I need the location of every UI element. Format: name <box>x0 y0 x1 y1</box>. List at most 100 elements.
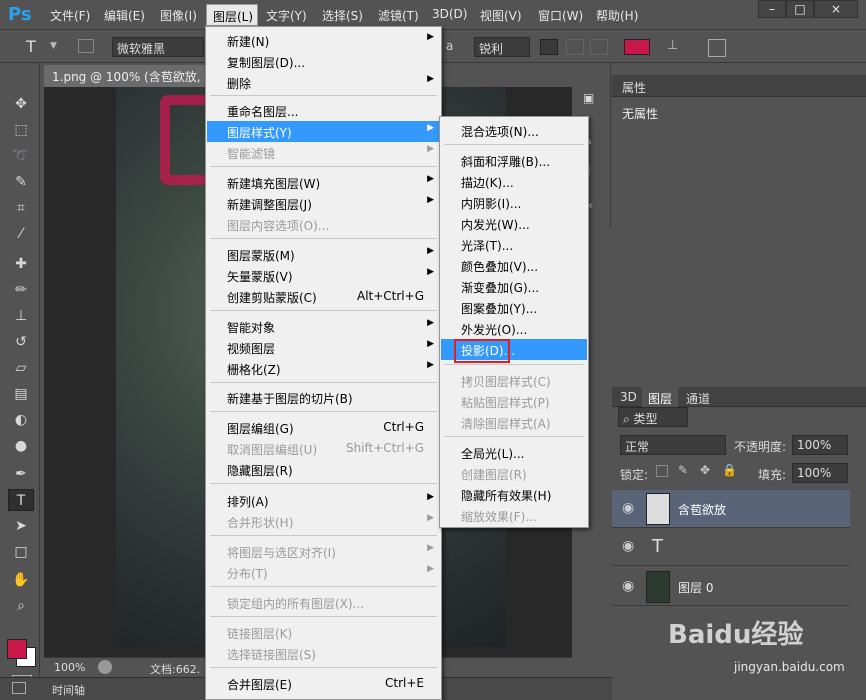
menu-item-smart-object[interactable]: 智能对象 ▶ <box>207 316 440 337</box>
menu-item-align-to-selection[interactable]: 将图层与选区对齐(I) ▶ <box>207 541 440 562</box>
menu-type[interactable]: 文字(Y) <box>266 7 307 24</box>
blur-tool-icon[interactable]: ◐ <box>8 409 34 431</box>
minimize-button[interactable]: – <box>758 0 786 18</box>
menu-item-select-linked[interactable]: 选择链接图层(S) <box>207 643 440 664</box>
menu-item-new[interactable]: 新建(N) ▶ <box>207 30 440 51</box>
menu-image[interactable]: 图像(I) <box>160 7 197 24</box>
lock-pixels-icon[interactable]: ✎ <box>678 463 688 477</box>
eye-icon[interactable]: ◉ <box>622 500 634 516</box>
layer-name[interactable]: 含苞欲放 <box>678 501 726 518</box>
move-tool-icon[interactable]: ✥ <box>8 93 34 115</box>
menu-item-duplicate[interactable]: 复制图层(D)... <box>207 51 440 72</box>
menu-item-layer-mask[interactable]: 图层蒙版(M) ▶ <box>207 244 440 265</box>
warp-text-icon[interactable]: ⟂ <box>668 37 684 57</box>
opacity-field[interactable]: 100% <box>792 435 848 455</box>
menu-select[interactable]: 选择(S) <box>322 7 363 24</box>
menu-layer[interactable]: 图层(L) <box>206 4 258 26</box>
menu-item-video-layers[interactable]: 视频图层 ▶ <box>207 337 440 358</box>
eye-icon[interactable]: ◉ <box>622 578 634 594</box>
close-button[interactable]: × <box>814 0 858 18</box>
align-right-icon[interactable] <box>590 39 608 55</box>
menu-item-rasterize[interactable]: 栅格化(Z) ▶ <box>207 358 440 379</box>
menu-item-merge-layers[interactable]: 合并图层(E) Ctrl+E <box>207 673 440 694</box>
menu-help[interactable]: 帮助(H) <box>596 7 638 24</box>
submenu-item-scale-effects[interactable]: 缩放效果(F)... <box>441 505 587 526</box>
eyedropper-tool-icon[interactable]: ⁄ <box>8 223 34 245</box>
submenu-item-inner-shadow[interactable]: 内阴影(I)... <box>441 192 587 213</box>
layer-row[interactable]: ◉ 含苞欲放 <box>612 490 850 528</box>
blend-mode-select[interactable]: 正常 <box>620 435 726 455</box>
tab-channels[interactable]: 通道 <box>686 390 710 407</box>
character-panel-icon[interactable]: ▣ <box>583 91 603 113</box>
brush-tool-icon[interactable]: ✏ <box>8 279 34 301</box>
menu-item-lock-all-in-group[interactable]: 锁定组内的所有图层(X)... <box>207 592 440 613</box>
type-tool-icon[interactable]: T <box>26 37 36 56</box>
menu-item-layer-style[interactable]: 图层样式(Y) ▶ <box>207 121 440 142</box>
menu-item-delete[interactable]: 删除 ▶ <box>207 72 440 93</box>
align-left-icon[interactable] <box>540 39 558 55</box>
menu-item-new-adjustment-layer[interactable]: 新建调整图层(J) ▶ <box>207 193 440 214</box>
submenu-item-stroke[interactable]: 描边(K)... <box>441 171 587 192</box>
lock-all-icon[interactable]: 🔒 <box>722 463 737 477</box>
properties-tab[interactable]: 属性 <box>622 79 646 96</box>
antialias-select[interactable]: 锐利 <box>474 37 530 57</box>
timeline-label[interactable]: 时间轴 <box>52 682 85 698</box>
submenu-item-blending-options[interactable]: 混合选项(N)... <box>441 120 587 141</box>
layer-filter-select[interactable]: ⌕ 类型 <box>618 407 688 427</box>
chevron-down-icon[interactable]: ▼ <box>50 41 57 51</box>
menu-item-combine-shapes[interactable]: 合并形状(H) ▶ <box>207 511 440 532</box>
submenu-item-satin[interactable]: 光泽(T)... <box>441 234 587 255</box>
path-select-tool-icon[interactable]: ➤ <box>8 515 34 537</box>
timeline-icon[interactable] <box>12 682 26 694</box>
menu-view[interactable]: 视图(V) <box>480 7 522 24</box>
lasso-tool-icon[interactable]: ➰ <box>8 145 34 167</box>
menu-item-ungroup-layers[interactable]: 取消图层编组(U) Shift+Ctrl+G <box>207 438 440 459</box>
healing-tool-icon[interactable]: ✚ <box>8 253 34 275</box>
submenu-item-hide-all-effects[interactable]: 隐藏所有效果(H) <box>441 484 587 505</box>
pen-tool-icon[interactable]: ✒ <box>8 463 34 485</box>
submenu-item-global-light[interactable]: 全局光(L)... <box>441 442 587 463</box>
submenu-item-outer-glow[interactable]: 外发光(O)... <box>441 318 587 339</box>
hand-tool-icon[interactable]: ✋ <box>8 569 34 591</box>
marquee-tool-icon[interactable]: ⬚ <box>8 119 34 141</box>
menu-item-new-slice[interactable]: 新建基于图层的切片(B) <box>207 387 440 408</box>
foreground-color-swatch[interactable] <box>7 639 27 659</box>
align-center-icon[interactable] <box>566 39 584 55</box>
font-family-field[interactable]: 微软雅黑 <box>112 37 204 57</box>
orientation-toggle-icon[interactable] <box>78 39 94 53</box>
eraser-tool-icon[interactable]: ▱ <box>8 357 34 379</box>
share-icon[interactable] <box>98 660 112 674</box>
stamp-tool-icon[interactable]: ⊥ <box>8 305 34 327</box>
submenu-item-clear-style[interactable]: 清除图层样式(A) <box>441 412 587 433</box>
menu-edit[interactable]: 编辑(E) <box>104 7 145 24</box>
maximize-button[interactable]: □ <box>786 0 814 18</box>
menu-file[interactable]: 文件(F) <box>50 7 90 24</box>
menu-item-smart-filter[interactable]: 智能滤镜 ▶ <box>207 142 440 163</box>
submenu-item-copy-style[interactable]: 拷贝图层样式(C) <box>441 370 587 391</box>
quick-select-tool-icon[interactable]: ✎ <box>8 171 34 193</box>
tab-3d[interactable]: 3D <box>620 390 637 404</box>
shape-tool-icon[interactable]: □ <box>8 541 34 563</box>
submenu-item-inner-glow[interactable]: 内发光(W)... <box>441 213 587 234</box>
submenu-item-pattern-overlay[interactable]: 图案叠加(Y)... <box>441 297 587 318</box>
menu-item-hide-layers[interactable]: 隐藏图层(R) <box>207 459 440 480</box>
menu-filter[interactable]: 滤镜(T) <box>378 7 419 24</box>
menu-item-vector-mask[interactable]: 矢量蒙版(V) ▶ <box>207 265 440 286</box>
submenu-item-paste-style[interactable]: 粘贴图层样式(P) <box>441 391 587 412</box>
eye-icon[interactable]: ◉ <box>622 538 634 554</box>
lock-transparent-icon[interactable] <box>656 465 668 477</box>
menu-item-clipping-mask[interactable]: 创建剪贴蒙版(C) Alt+Ctrl+G <box>207 286 440 307</box>
zoom-level[interactable]: 100% <box>54 661 85 674</box>
submenu-item-color-overlay[interactable]: 颜色叠加(V)... <box>441 255 587 276</box>
layer-row[interactable]: ◉ 图层 0 <box>612 568 850 606</box>
layer-name[interactable]: 图层 0 <box>678 579 713 596</box>
crop-tool-icon[interactable]: ⌗ <box>8 197 34 219</box>
history-brush-tool-icon[interactable]: ↺ <box>8 331 34 353</box>
text-color-swatch[interactable] <box>624 39 650 55</box>
menu-item-new-fill-layer[interactable]: 新建填充图层(W) ▶ <box>207 172 440 193</box>
submenu-item-bevel-emboss[interactable]: 斜面和浮雕(B)... <box>441 150 587 171</box>
dodge-tool-icon[interactable]: ● <box>8 435 34 457</box>
menu-3d[interactable]: 3D(D) <box>432 7 467 21</box>
fill-field[interactable]: 100% <box>792 463 848 483</box>
gradient-tool-icon[interactable]: ▤ <box>8 383 34 405</box>
